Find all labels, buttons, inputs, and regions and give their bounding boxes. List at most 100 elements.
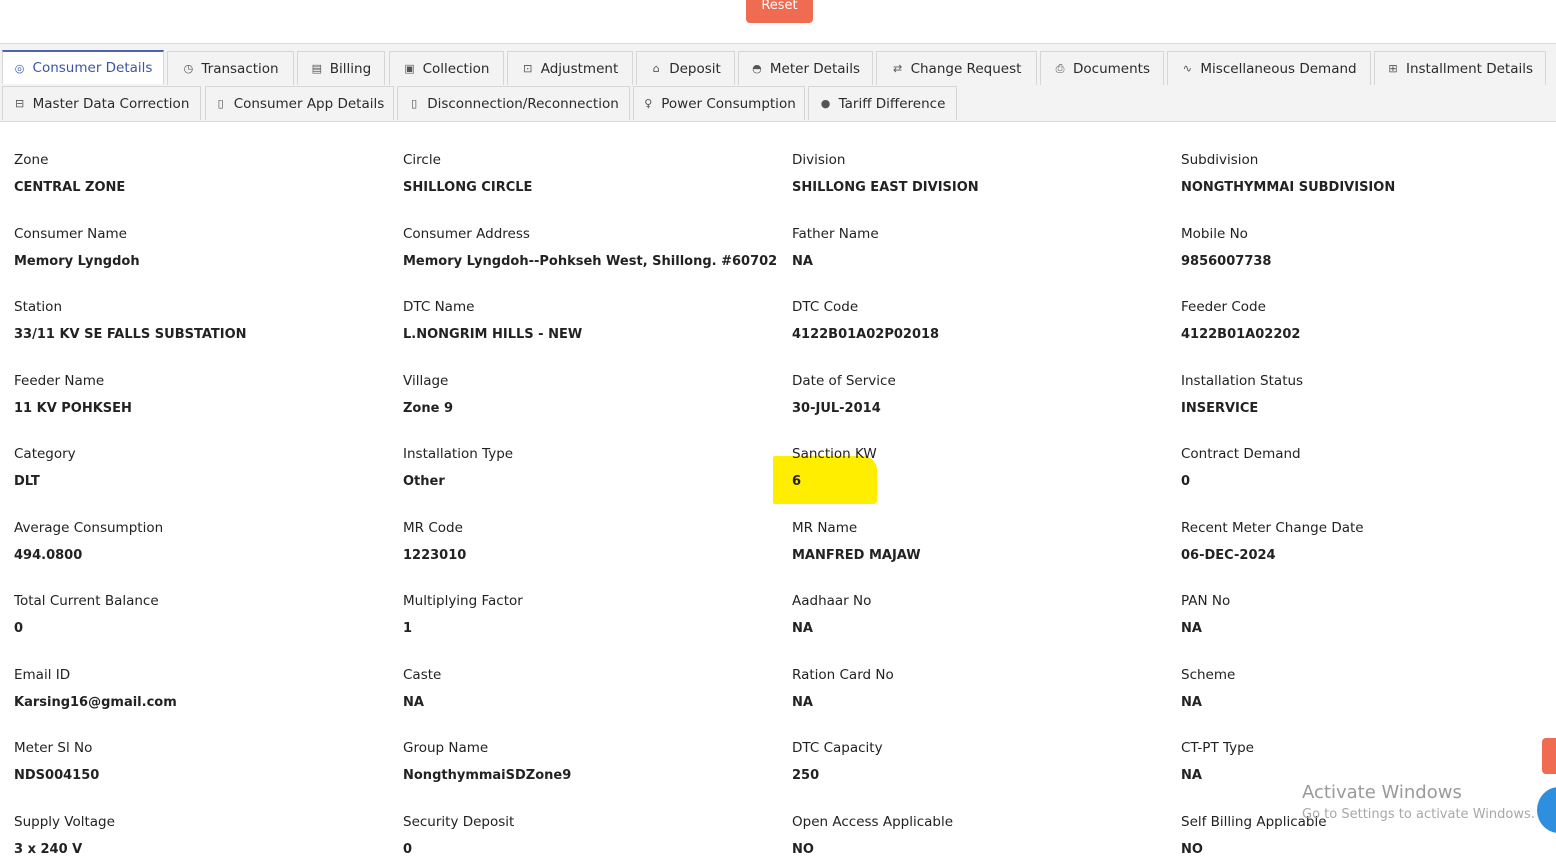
zone-value: CENTRAL ZONE xyxy=(14,180,126,195)
reset-button[interactable]: Reset xyxy=(746,0,813,23)
division-label: Division xyxy=(792,152,846,168)
clock-icon: ◷ xyxy=(183,62,194,75)
mr-name-label: MR Name xyxy=(792,520,858,536)
tab-transaction[interactable]: ◷ Transaction xyxy=(167,51,294,85)
tab-documents[interactable]: ⎙ Documents xyxy=(1040,51,1164,85)
tab-collection[interactable]: ▣ Collection xyxy=(389,51,504,85)
station-value: 33/11 KV SE FALLS SUBSTATION xyxy=(14,327,247,342)
self-billing-applicable-value: NO xyxy=(1181,842,1203,857)
tab-meter-details[interactable]: ◓ Meter Details xyxy=(738,51,873,85)
gear-circle-icon: ◎ xyxy=(14,61,25,75)
ration-card-no-value: NA xyxy=(792,695,813,710)
multiplying-factor-label: Multiplying Factor xyxy=(403,593,523,609)
tab-label: Meter Details xyxy=(769,60,861,77)
dtc-code-label: DTC Code xyxy=(792,299,859,315)
dtc-name-value: L.NONGRIM HILLS - NEW xyxy=(403,327,583,342)
email-id-label: Email ID xyxy=(14,667,71,683)
dot-icon: ● xyxy=(820,97,831,110)
tab-installment-details[interactable]: ⊞ Installment Details xyxy=(1374,51,1546,85)
tab-label: Consumer Details xyxy=(32,60,153,76)
consumer-address-label: Consumer Address xyxy=(403,226,530,242)
tab-label: Disconnection/Reconnection xyxy=(427,95,619,112)
dtc-name-label: DTC Name xyxy=(403,299,475,315)
consumer-name-label: Consumer Name xyxy=(14,226,127,242)
sanction-kw-label: Sanction KW xyxy=(792,446,877,462)
category-label: Category xyxy=(14,446,76,462)
meter-sl-no-value: NDS004150 xyxy=(14,768,100,783)
tab-label: Tariff Difference xyxy=(838,95,946,112)
tab-consumer-app-details[interactable]: ▯ Consumer App Details xyxy=(205,86,394,120)
total-current-balance-value: 0 xyxy=(14,621,24,636)
circle-label: Circle xyxy=(403,152,441,168)
email-id-value: Karsing16@gmail.com xyxy=(14,695,177,710)
consumer-name-value: Memory Lyngdoh xyxy=(14,254,140,269)
zone-label: Zone xyxy=(14,152,49,168)
caste-value: NA xyxy=(403,695,424,710)
father-name-label: Father Name xyxy=(792,226,879,242)
ct-pt-type-label: CT-PT Type xyxy=(1181,740,1254,756)
tab-miscellaneous-demand[interactable]: ∿ Miscellaneous Demand xyxy=(1167,51,1371,85)
multiplying-factor-value: 1 xyxy=(403,621,413,636)
tab-consumer-details[interactable]: ◎ Consumer Details xyxy=(2,50,164,84)
dtc-code-value: 4122B01A02P02018 xyxy=(792,327,940,342)
tab-label: Billing xyxy=(329,60,372,77)
tab-label: Transaction xyxy=(201,60,279,77)
tab-master-data-correction[interactable]: ⊟ Master Data Correction xyxy=(2,86,201,120)
division-value: SHILLONG EAST DIVISION xyxy=(792,180,979,195)
circle-value: SHILLONG CIRCLE xyxy=(403,180,533,195)
tab-deposit[interactable]: ⌂ Deposit xyxy=(636,51,735,85)
open-access-applicable-label: Open Access Applicable xyxy=(792,814,954,830)
document-icon: ⎙ xyxy=(1055,61,1065,75)
feeder-code-label: Feeder Code xyxy=(1181,299,1266,315)
mr-code-label: MR Code xyxy=(403,520,463,536)
supply-voltage-label: Supply Voltage xyxy=(14,814,115,830)
total-current-balance-label: Total Current Balance xyxy=(14,593,159,609)
tab-disconnection-reconnection[interactable]: ▯ Disconnection/Reconnection xyxy=(397,86,630,120)
scheme-value: NA xyxy=(1181,695,1202,710)
security-deposit-label: Security Deposit xyxy=(403,814,515,830)
tab-change-request[interactable]: ⇄ Change Request xyxy=(876,51,1037,85)
adjustment-icon: ⊡ xyxy=(523,62,533,75)
tab-adjustment[interactable]: ⊡ Adjustment xyxy=(507,51,633,85)
contract-demand-value: 0 xyxy=(1181,474,1191,489)
installation-status-value: INSERVICE xyxy=(1181,401,1259,416)
contract-demand-label: Contract Demand xyxy=(1181,446,1301,462)
subdivision-value: NONGTHYMMAI SUBDIVISION xyxy=(1181,180,1396,195)
pan-no-value: NA xyxy=(1181,621,1202,636)
chat-icon[interactable] xyxy=(1537,787,1556,833)
tab-label: Deposit xyxy=(669,60,721,77)
tab-label: Adjustment xyxy=(540,60,619,77)
activity-icon: ∿ xyxy=(1182,62,1193,75)
mobile-icon: ▯ xyxy=(217,97,224,110)
gauge-icon: ◓ xyxy=(752,62,762,75)
group-name-value: NongthymmaiSDZone9 xyxy=(403,768,572,783)
tab-label: Consumer App Details xyxy=(233,95,385,112)
feeder-code-value: 4122B01A02202 xyxy=(1181,327,1301,342)
tab-tariff-difference[interactable]: ● Tariff Difference xyxy=(808,86,957,120)
tab-power-consumption[interactable]: ♀ Power Consumption xyxy=(633,86,805,120)
scheme-label: Scheme xyxy=(1181,667,1236,683)
tab-label: Collection xyxy=(422,60,490,77)
bank-icon: ⌂ xyxy=(652,62,660,75)
group-name-label: Group Name xyxy=(403,740,489,756)
mobile-no-value: 9856007738 xyxy=(1181,254,1272,269)
supply-voltage-value: 3 x 240 V xyxy=(14,842,83,857)
tab-label: Change Request xyxy=(910,60,1022,77)
installation-status-label: Installation Status xyxy=(1181,373,1304,389)
security-deposit-value: 0 xyxy=(403,842,413,857)
caste-label: Caste xyxy=(403,667,442,683)
subdivision-label: Subdivision xyxy=(1181,152,1259,168)
tab-billing[interactable]: ▤ Billing xyxy=(297,51,385,85)
tab-label: Miscellaneous Demand xyxy=(1200,60,1357,77)
watermark-title: Activate Windows xyxy=(1302,782,1462,803)
watermark-subtitle: Go to Settings to activate Windows. xyxy=(1302,807,1535,822)
change-icon: ⇄ xyxy=(892,62,903,75)
date-of-service-label: Date of Service xyxy=(792,373,896,389)
tab-label: Installment Details xyxy=(1405,60,1534,77)
average-consumption-value: 494.0800 xyxy=(14,548,83,563)
collection-icon: ▣ xyxy=(404,62,415,75)
installment-icon: ⊞ xyxy=(1388,62,1398,75)
village-label: Village xyxy=(403,373,449,389)
feeder-name-label: Feeder Name xyxy=(14,373,105,389)
side-feedback-tab[interactable] xyxy=(1542,738,1556,774)
